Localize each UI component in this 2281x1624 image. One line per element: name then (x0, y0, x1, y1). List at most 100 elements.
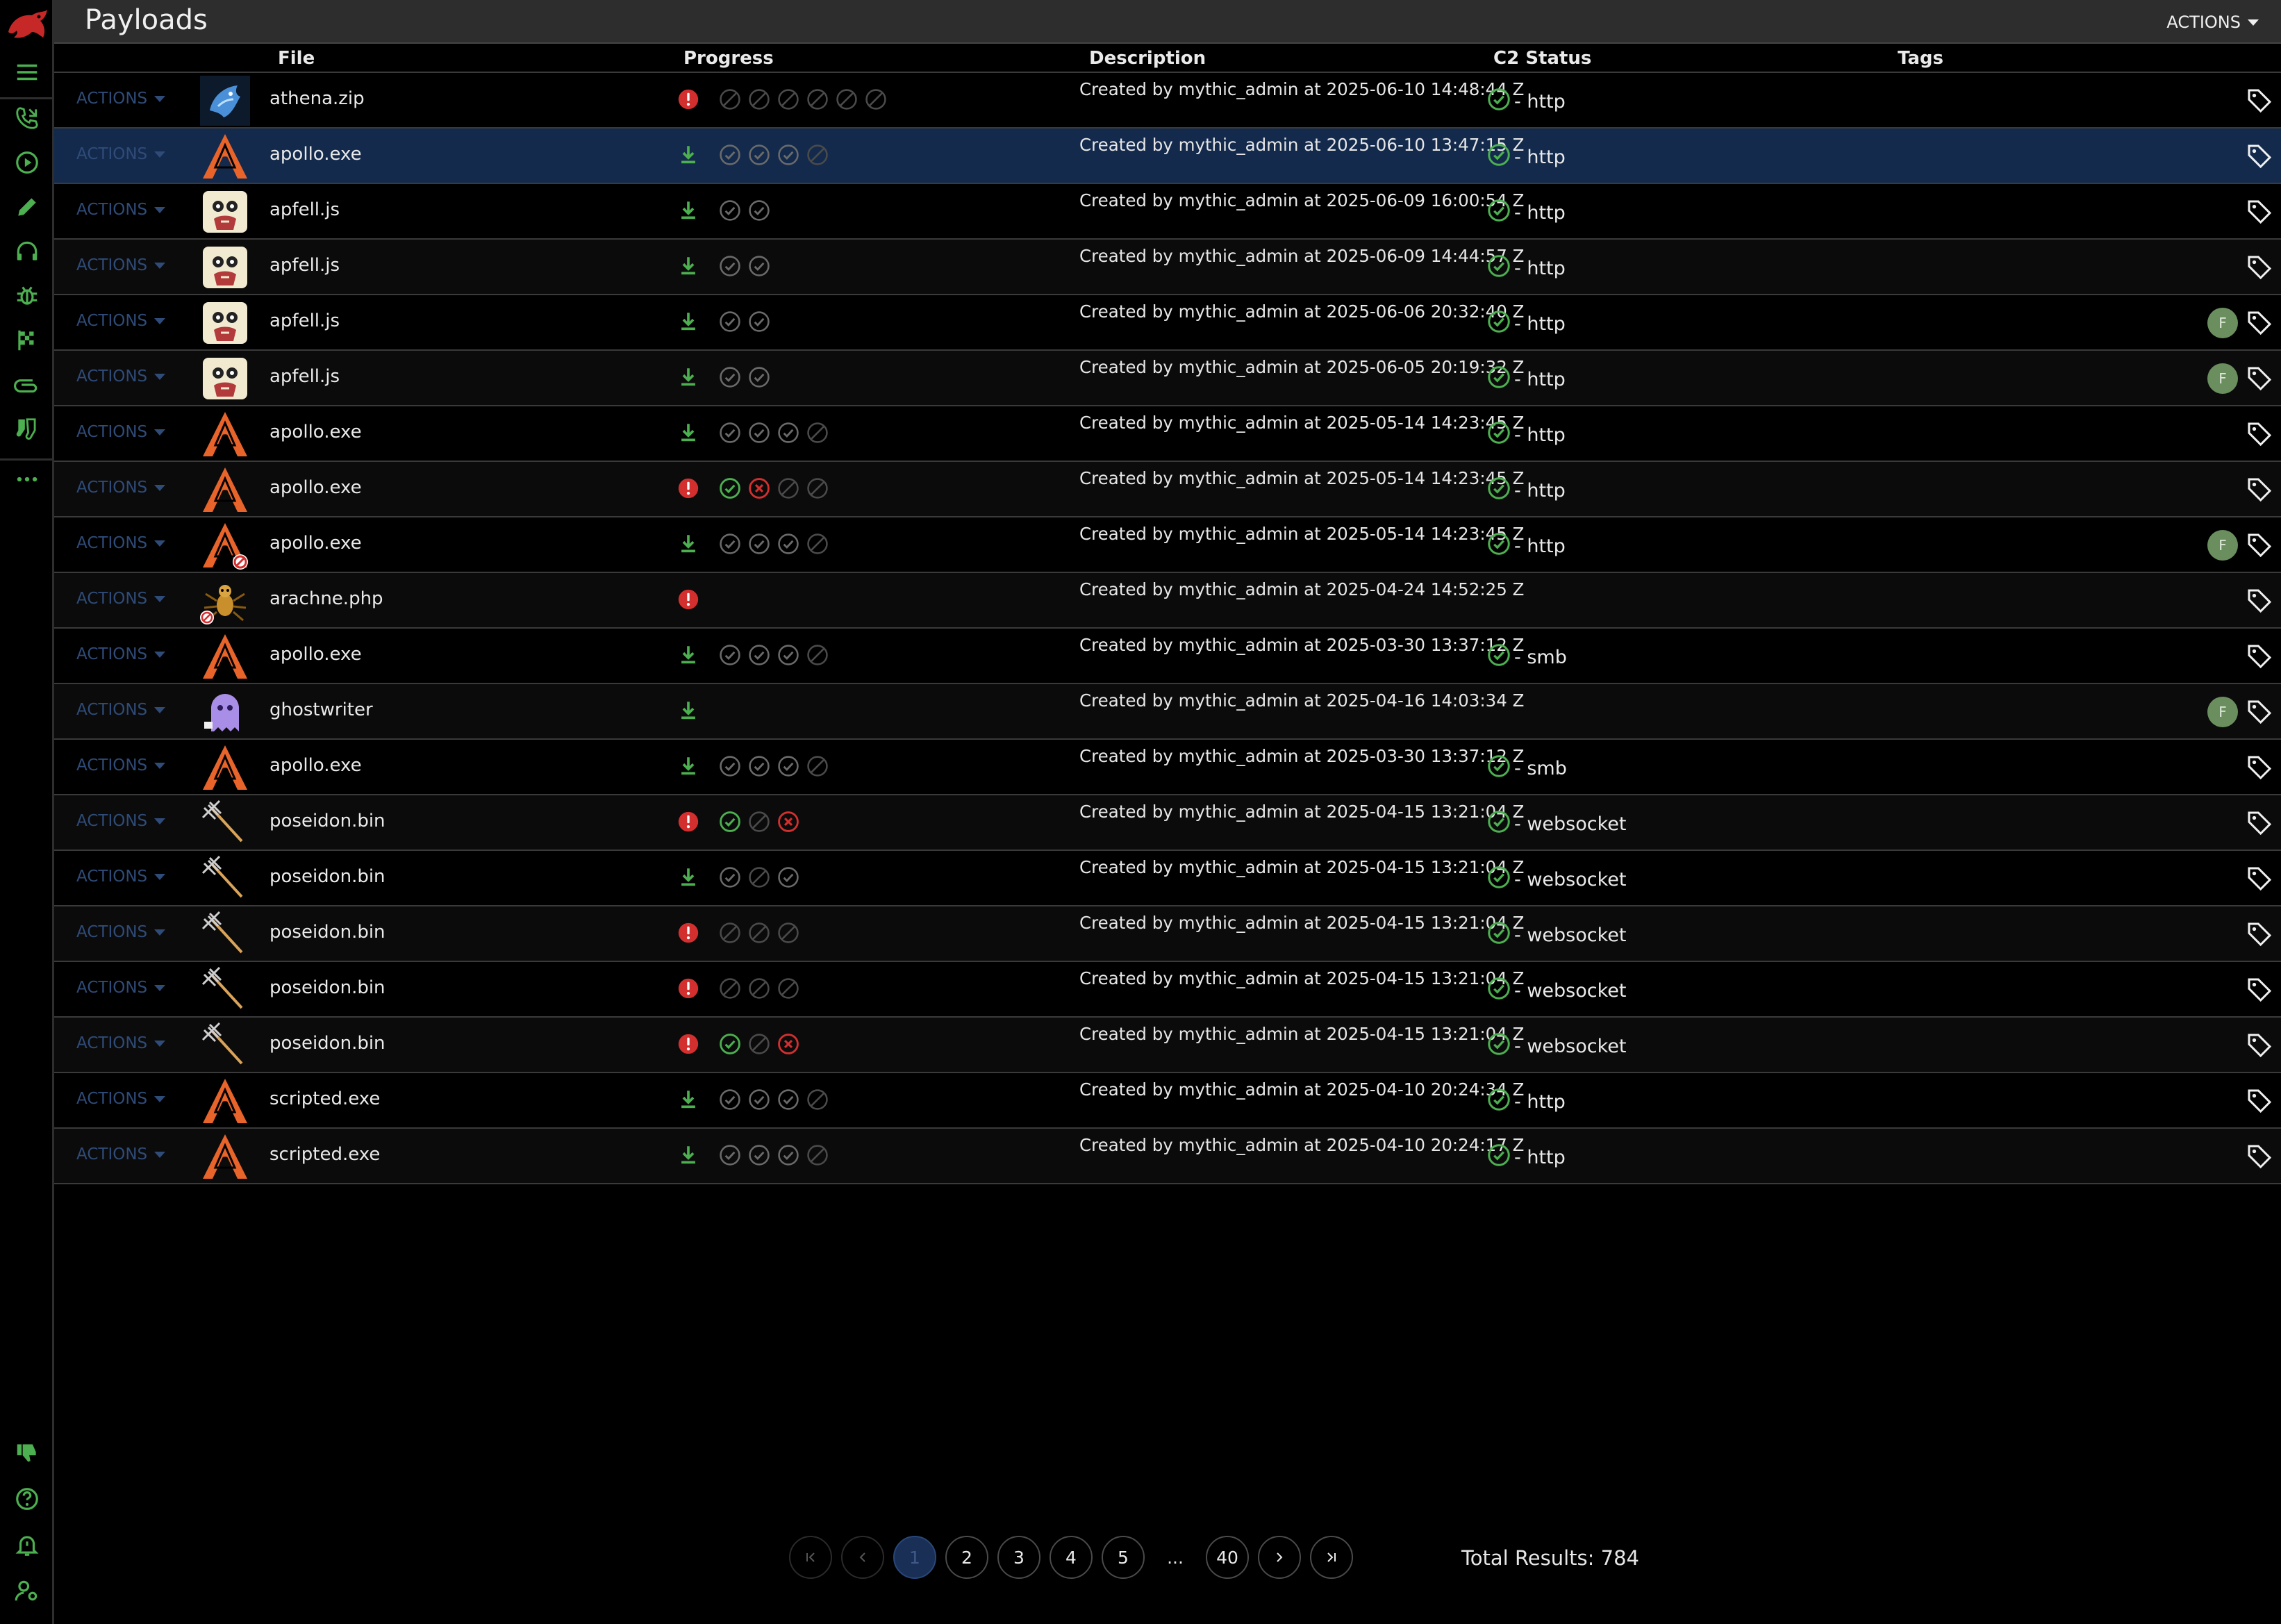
row-actions-button[interactable]: ACTIONS (76, 1034, 166, 1052)
flag-checkered-icon[interactable] (12, 325, 42, 356)
tag-badge[interactable]: F (2207, 308, 2238, 338)
download-icon[interactable] (677, 365, 700, 392)
tag-badge[interactable]: F (2207, 530, 2238, 561)
row-actions-button[interactable]: ACTIONS (76, 90, 166, 108)
tag-icon[interactable] (2246, 142, 2273, 170)
row-actions-button[interactable]: ACTIONS (76, 868, 166, 886)
payload-filename[interactable]: poseidon.bin (269, 922, 385, 943)
payload-filename[interactable]: apfell.js (269, 310, 340, 331)
column-header-tags[interactable]: Tags (1898, 48, 1943, 69)
tag-icon[interactable] (2246, 698, 2273, 726)
tag-icon[interactable] (2246, 531, 2273, 559)
tag-icon[interactable] (2246, 976, 2273, 1004)
row-actions-button[interactable]: ACTIONS (76, 645, 166, 663)
header-actions-button[interactable]: ACTIONS (2166, 13, 2259, 32)
payload-filename[interactable]: ghostwriter (269, 699, 373, 720)
tag-icon[interactable] (2246, 1087, 2273, 1115)
payload-filename[interactable]: apfell.js (269, 255, 340, 276)
row-actions-button[interactable]: ACTIONS (76, 479, 166, 497)
payload-filename[interactable]: apollo.exe (269, 533, 362, 554)
payload-filename[interactable]: apollo.exe (269, 477, 362, 498)
table-row[interactable]: ACTIONS apollo.exe okokokskip Created by… (54, 740, 2281, 795)
page-button-last[interactable]: 40 (1206, 1536, 1249, 1579)
table-row[interactable]: ACTIONS apfell.js okok Created by mythic… (54, 184, 2281, 240)
more-icon[interactable] (12, 464, 42, 495)
tag-icon[interactable] (2246, 420, 2273, 448)
tag-icon[interactable] (2246, 754, 2273, 781)
page-button-5[interactable]: 5 (1102, 1536, 1145, 1579)
bell-alert-icon[interactable] (12, 1530, 42, 1560)
row-actions-button[interactable]: ACTIONS (76, 423, 166, 441)
thumbs-down-icon[interactable] (12, 1438, 42, 1468)
row-actions-button[interactable]: ACTIONS (76, 367, 166, 386)
tag-icon[interactable] (2246, 198, 2273, 226)
table-row[interactable]: ACTIONS apollo.exe okokokskip Created by… (54, 129, 2281, 184)
download-icon[interactable] (677, 199, 700, 225)
tag-icon[interactable] (2246, 365, 2273, 392)
tag-icon[interactable] (2246, 865, 2273, 893)
row-actions-button[interactable]: ACTIONS (76, 756, 166, 774)
table-row[interactable]: ACTIONS poseidon.bin skipskipskip Create… (54, 906, 2281, 962)
page-button-2[interactable]: 2 (945, 1536, 988, 1579)
payload-filename[interactable]: apollo.exe (269, 422, 362, 442)
tag-icon[interactable] (2246, 920, 2273, 948)
row-actions-button[interactable]: ACTIONS (76, 534, 166, 552)
paperclip-icon[interactable] (12, 370, 42, 400)
tag-icon[interactable] (2246, 254, 2273, 281)
row-actions-button[interactable]: ACTIONS (76, 145, 166, 163)
headset-icon[interactable] (12, 236, 42, 267)
download-icon[interactable] (677, 1088, 700, 1114)
column-header-file[interactable]: File (278, 48, 315, 69)
play-circle-icon[interactable] (12, 147, 42, 178)
table-row[interactable]: ACTIONS apollo.exe okokokskip Created by… (54, 517, 2281, 573)
tag-icon[interactable] (2246, 643, 2273, 670)
row-actions-button[interactable]: ACTIONS (76, 256, 166, 274)
bug-icon[interactable] (12, 281, 42, 311)
table-row[interactable]: ACTIONS scripted.exe okokokskip Created … (54, 1073, 2281, 1129)
payload-filename[interactable]: apollo.exe (269, 144, 362, 165)
column-header-c2-status[interactable]: C2 Status (1493, 48, 1591, 69)
tag-icon[interactable] (2246, 476, 2273, 504)
payload-filename[interactable]: apollo.exe (269, 644, 362, 665)
download-icon[interactable] (677, 143, 700, 169)
row-actions-button[interactable]: ACTIONS (76, 979, 166, 997)
tag-icon[interactable] (2246, 309, 2273, 337)
download-icon[interactable] (677, 310, 700, 336)
last-page-button[interactable] (1310, 1536, 1353, 1579)
payload-filename[interactable]: poseidon.bin (269, 1033, 385, 1054)
tag-badge[interactable]: F (2207, 363, 2238, 394)
download-icon[interactable] (677, 254, 700, 281)
page-button-4[interactable]: 4 (1050, 1536, 1093, 1579)
payload-filename[interactable]: arachne.php (269, 588, 383, 609)
callbacks-phone-icon[interactable] (12, 103, 42, 133)
row-actions-button[interactable]: ACTIONS (76, 201, 166, 219)
table-row[interactable]: ACTIONS poseidon.bin okskipok Created by… (54, 851, 2281, 906)
previous-page-button[interactable] (841, 1536, 884, 1579)
tag-icon[interactable] (2246, 587, 2273, 615)
tag-icon[interactable] (2246, 1143, 2273, 1170)
table-row[interactable]: ACTIONS apollo.exe okokokskip Created by… (54, 629, 2281, 684)
table-row[interactable]: ACTIONS athena.zip skipskipskipskipskips… (54, 73, 2281, 129)
payload-filename[interactable]: apollo.exe (269, 755, 362, 776)
download-icon[interactable] (677, 754, 700, 781)
tag-icon[interactable] (2246, 87, 2273, 115)
row-actions-button[interactable]: ACTIONS (76, 1145, 166, 1163)
help-circle-icon[interactable] (12, 1484, 42, 1514)
pencil-icon[interactable] (12, 192, 42, 222)
table-row[interactable]: ACTIONS ghostwriter Created by mythic_ad… (54, 684, 2281, 740)
payload-filename[interactable]: poseidon.bin (269, 811, 385, 831)
menu-icon[interactable] (12, 57, 42, 88)
table-row[interactable]: ACTIONS apfell.js okok Created by mythic… (54, 240, 2281, 295)
table-row[interactable]: ACTIONS apollo.exe successfailskipskip C… (54, 462, 2281, 517)
socks-icon[interactable] (12, 414, 42, 445)
download-icon[interactable] (677, 421, 700, 447)
table-row[interactable]: ACTIONS poseidon.bin skipskipskip Create… (54, 962, 2281, 1018)
next-page-button[interactable] (1258, 1536, 1301, 1579)
payload-filename[interactable]: poseidon.bin (269, 866, 385, 887)
payload-filename[interactable]: athena.zip (269, 88, 365, 109)
row-actions-button[interactable]: ACTIONS (76, 812, 166, 830)
row-actions-button[interactable]: ACTIONS (76, 1090, 166, 1108)
payload-filename[interactable]: poseidon.bin (269, 977, 385, 998)
download-icon[interactable] (677, 532, 700, 558)
tag-icon[interactable] (2246, 809, 2273, 837)
